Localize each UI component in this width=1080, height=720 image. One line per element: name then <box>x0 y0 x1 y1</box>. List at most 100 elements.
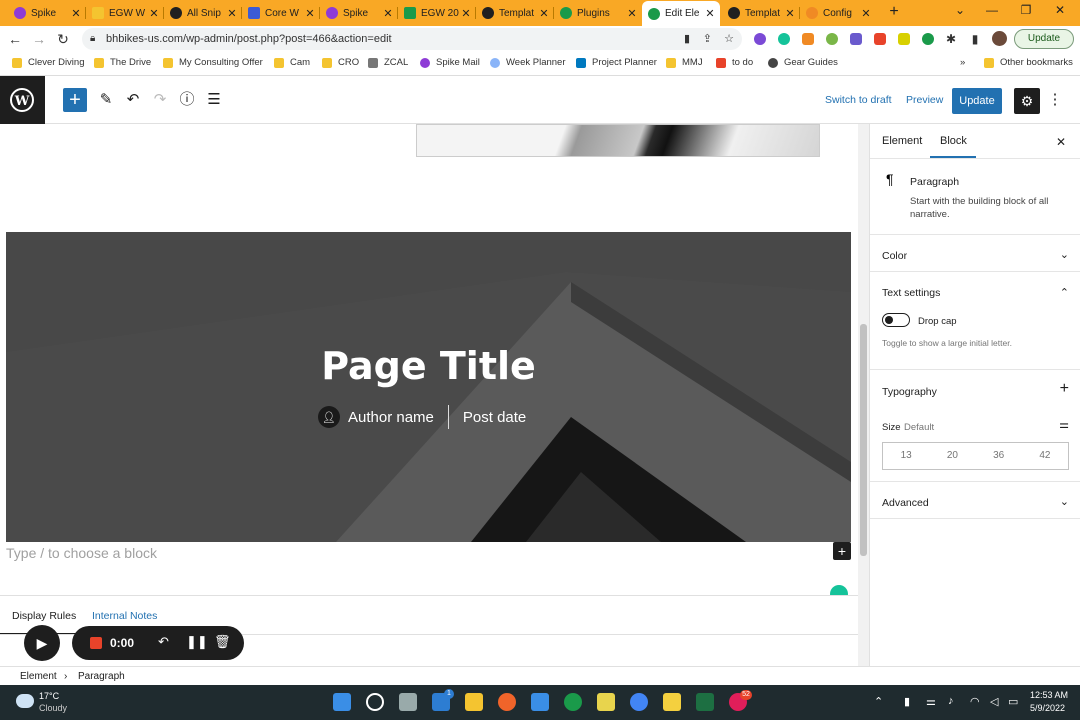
size-option[interactable]: 36 <box>976 443 1022 469</box>
size-option[interactable]: 42 <box>1022 443 1068 469</box>
file-explorer-icon[interactable] <box>465 693 483 711</box>
bookmark-item[interactable]: MMJ <box>666 57 703 68</box>
bookmark-item[interactable]: ZCAL <box>368 57 408 68</box>
stop-record-button[interactable] <box>90 637 102 649</box>
battery-icon[interactable]: ▭ <box>1008 695 1018 708</box>
tray-sliders-icon[interactable]: ⚌ <box>926 695 936 708</box>
browser-tab-active[interactable]: Edit Ele ✕ <box>642 1 720 26</box>
tray-app-icon[interactable]: ▮ <box>904 695 910 708</box>
trash-icon[interactable]: 🗑︎ <box>214 634 231 650</box>
generatepress-icon[interactable] <box>564 693 582 711</box>
tools-pencil-icon[interactable]: ✎ <box>96 90 116 110</box>
bookmark-item[interactable]: Gear Guides <box>768 57 838 68</box>
vscode-icon[interactable] <box>531 693 549 711</box>
page-title[interactable]: Page Title <box>6 344 851 388</box>
bookmarks-more-button[interactable]: » <box>960 57 965 68</box>
close-window-icon[interactable]: ✕ <box>1046 3 1074 17</box>
add-block-button[interactable]: + <box>63 88 87 112</box>
windows-start-icon[interactable] <box>333 693 351 711</box>
browser-tab[interactable]: Templat ✕ <box>722 2 800 24</box>
tab-display-rules[interactable]: Display Rules <box>12 610 76 622</box>
grammarly-icon[interactable] <box>778 33 790 45</box>
clock-date[interactable]: 5/9/2022 <box>1030 703 1065 713</box>
info-icon[interactable]: ⓘ <box>177 90 197 110</box>
microphone-icon[interactable]: ♪ <box>948 695 954 707</box>
pause-icon[interactable]: ❚❚ <box>186 634 208 650</box>
weather-temp[interactable]: 17°C <box>39 691 59 701</box>
bookmark-item[interactable]: to do <box>716 57 753 68</box>
wordpress-logo-button[interactable]: W <box>0 76 45 124</box>
inline-add-block-button[interactable]: + <box>833 542 851 560</box>
extension-icon[interactable] <box>898 33 910 45</box>
close-icon[interactable]: ✕ <box>304 7 316 20</box>
wifi-icon[interactable]: ◠ <box>970 695 980 708</box>
undo-icon[interactable]: ↶ <box>123 90 143 110</box>
close-sidebar-icon[interactable]: ✕ <box>1056 135 1066 149</box>
new-tab-button[interactable]: + <box>880 3 908 21</box>
tab-element[interactable]: Element <box>882 135 922 147</box>
post-date[interactable]: Post date <box>463 409 526 426</box>
extension-icon[interactable] <box>826 33 838 45</box>
bookmark-item[interactable]: Week Planner <box>490 57 566 68</box>
close-icon[interactable]: ✕ <box>626 7 638 20</box>
sticky-notes-icon[interactable] <box>663 693 681 711</box>
extension-icon[interactable] <box>754 33 766 45</box>
clock-time[interactable]: 12:53 AM <box>1030 690 1068 700</box>
browser-tab[interactable]: All Snip ✕ <box>164 2 242 24</box>
text-settings-heading[interactable]: Text settings <box>882 287 940 299</box>
panel-advanced[interactable]: Advanced ⌄ <box>870 481 1080 519</box>
browser-tab[interactable]: Core W ✕ <box>242 2 320 24</box>
redo-icon[interactable]: ↷ <box>150 90 170 110</box>
close-icon[interactable]: ✕ <box>226 7 238 20</box>
block-placeholder-input[interactable]: Type / to choose a block <box>6 545 157 561</box>
breadcrumb-paragraph[interactable]: Paragraph <box>78 671 125 682</box>
canvas-scrollbar[interactable] <box>858 124 869 666</box>
close-icon[interactable]: ✕ <box>460 7 472 20</box>
panel-color[interactable]: Color ⌄ <box>870 234 1080 271</box>
custom-size-sliders-icon[interactable]: ⚌ <box>1059 418 1069 431</box>
forward-icon[interactable]: → <box>30 30 48 48</box>
bookmark-star-icon[interactable]: ☆ <box>724 28 734 50</box>
minimize-icon[interactable]: — <box>978 3 1006 17</box>
list-view-icon[interactable]: ☰ <box>204 90 224 110</box>
more-options-icon[interactable]: ⋮ <box>1045 90 1065 110</box>
close-icon[interactable]: ✕ <box>70 7 82 20</box>
update-button[interactable]: Update <box>952 88 1002 114</box>
task-view-icon[interactable] <box>399 693 417 711</box>
avatar[interactable] <box>992 31 1007 46</box>
tab-search-icon[interactable]: ⌄ <box>946 3 974 17</box>
search-icon[interactable] <box>366 693 384 711</box>
extension-icon[interactable] <box>874 33 886 45</box>
extension-icon[interactable] <box>802 33 814 45</box>
bookmark-item[interactable]: Spike Mail <box>420 57 480 68</box>
drop-cap-toggle[interactable] <box>882 313 910 327</box>
url-input[interactable]: 🔒︎ bhbikes-us.com/wp-admin/post.php?post… <box>82 28 742 50</box>
extensions-puzzle-icon[interactable]: ✱ <box>942 30 960 48</box>
browser-tab[interactable]: EGW W ✕ <box>86 2 164 24</box>
author-name[interactable]: Author name <box>348 409 434 426</box>
scrollbar-thumb[interactable] <box>860 324 867 556</box>
close-icon[interactable]: ✕ <box>704 7 716 20</box>
reload-icon[interactable]: ↻ <box>54 30 72 48</box>
firefox-icon[interactable] <box>498 693 516 711</box>
restore-icon[interactable]: ❐ <box>1012 3 1040 17</box>
tab-block[interactable]: Block <box>940 135 967 147</box>
size-option[interactable]: 13 <box>883 443 929 469</box>
chrome-icon[interactable] <box>630 693 648 711</box>
size-option[interactable]: 20 <box>929 443 975 469</box>
other-bookmarks[interactable]: Other bookmarks <box>984 57 1073 68</box>
browser-tab[interactable]: Config ✕ <box>800 2 876 24</box>
recorder-camera-button[interactable]: ▶︎ <box>24 625 60 661</box>
browser-update-button[interactable]: Update <box>1014 29 1074 49</box>
preview-button[interactable]: Preview <box>906 94 943 106</box>
settings-gear-button[interactable]: ⚙ <box>1014 88 1040 114</box>
weather-condition[interactable]: Cloudy <box>39 703 67 713</box>
tab-internal-notes[interactable]: Internal Notes <box>92 610 157 622</box>
browser-tab[interactable]: EGW 20 ✕ <box>398 2 476 24</box>
close-icon[interactable]: ✕ <box>382 7 394 20</box>
browser-tab[interactable]: Plugins ✕ <box>554 2 642 24</box>
chevron-up-icon[interactable]: ⌃ <box>1060 286 1069 299</box>
bookmark-item[interactable]: Project Planner <box>576 57 657 68</box>
close-icon[interactable]: ✕ <box>148 7 160 20</box>
browser-tab[interactable]: Spike ✕ <box>8 2 86 24</box>
